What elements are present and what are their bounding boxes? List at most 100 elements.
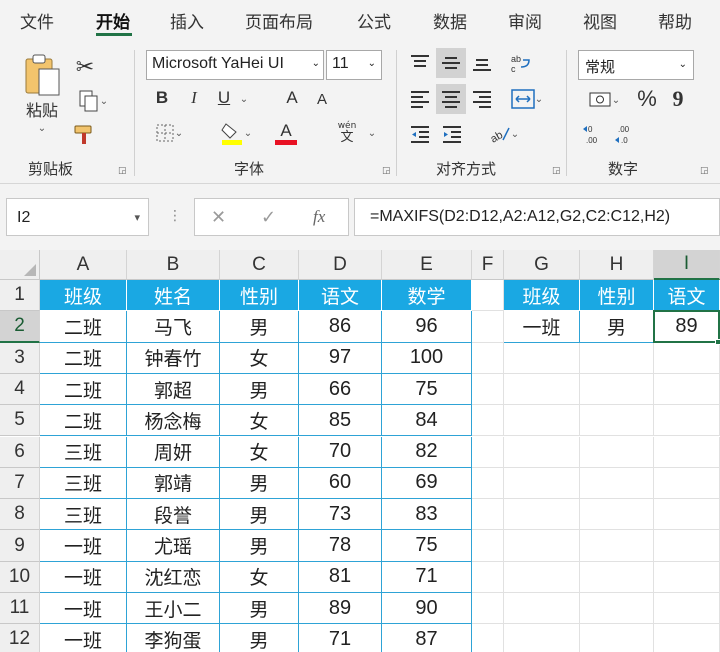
cell-e7[interactable]: 69 bbox=[382, 467, 472, 500]
column-header-i[interactable]: I bbox=[654, 250, 720, 280]
cell-f5[interactable] bbox=[472, 405, 504, 437]
cell-b1[interactable]: 姓名 bbox=[127, 280, 220, 312]
row-header-12[interactable]: 12 bbox=[0, 624, 40, 652]
cell-i9[interactable] bbox=[654, 530, 720, 562]
cell-d4[interactable]: 66 bbox=[299, 373, 382, 406]
cell-d6[interactable]: 70 bbox=[299, 436, 382, 468]
tab-insert[interactable]: 插入 bbox=[170, 8, 204, 33]
clipboard-launcher-icon[interactable]: ◲ bbox=[118, 166, 128, 176]
cell-c8[interactable]: 男 bbox=[220, 499, 299, 531]
cancel-icon[interactable]: ✕ bbox=[211, 207, 226, 228]
italic-button[interactable]: I bbox=[182, 86, 206, 110]
cell-b8[interactable]: 段誉 bbox=[127, 499, 220, 531]
cell-e4[interactable]: 75 bbox=[382, 373, 472, 406]
column-header-a[interactable]: A bbox=[40, 250, 127, 280]
row-header-4[interactable]: 4 bbox=[0, 373, 40, 406]
font-size-select[interactable]: 11 ⌄ bbox=[326, 50, 382, 80]
cell-e3[interactable]: 100 bbox=[382, 342, 472, 374]
font-name-select[interactable]: Microsoft YaHei UI ⌄ bbox=[146, 50, 324, 80]
paste-label[interactable]: 粘贴 bbox=[20, 98, 64, 120]
cell-h2[interactable]: 男 bbox=[580, 311, 654, 343]
cell-f11[interactable] bbox=[472, 593, 504, 625]
cell-a9[interactable]: 一班 bbox=[40, 530, 127, 562]
cell-i3[interactable] bbox=[654, 342, 720, 374]
cell-g12[interactable] bbox=[504, 624, 580, 652]
orientation-icon[interactable]: ab ⌄ bbox=[480, 120, 528, 148]
cell-c1[interactable]: 性别 bbox=[220, 280, 299, 312]
tab-home[interactable]: 开始 bbox=[96, 8, 130, 33]
row-header-5[interactable]: 5 bbox=[0, 405, 40, 437]
cell-e2[interactable]: 96 bbox=[382, 311, 472, 343]
font-launcher-icon[interactable]: ◲ bbox=[382, 166, 392, 176]
column-header-b[interactable]: B bbox=[127, 250, 220, 280]
cell-h11[interactable] bbox=[580, 593, 654, 625]
cell-g8[interactable] bbox=[504, 499, 580, 531]
cell-g7[interactable] bbox=[504, 467, 580, 500]
cell-g1[interactable]: 班级 bbox=[504, 280, 580, 312]
row-header-11[interactable]: 11 bbox=[0, 593, 40, 625]
cell-e12[interactable]: 87 bbox=[382, 624, 472, 652]
cell-i1[interactable]: 语文 bbox=[654, 280, 720, 312]
cell-h4[interactable] bbox=[580, 373, 654, 406]
cell-i6[interactable] bbox=[654, 436, 720, 468]
cell-f10[interactable] bbox=[472, 561, 504, 593]
cell-g11[interactable] bbox=[504, 593, 580, 625]
cell-f12[interactable] bbox=[472, 624, 504, 652]
cell-d9[interactable]: 78 bbox=[299, 530, 382, 562]
wrap-text-icon[interactable]: ab c bbox=[506, 48, 534, 78]
cell-i11[interactable] bbox=[654, 593, 720, 625]
cell-g4[interactable] bbox=[504, 373, 580, 406]
cell-d5[interactable]: 85 bbox=[299, 405, 382, 437]
phonetic-guide-button[interactable]: wén 文 bbox=[330, 118, 364, 148]
cell-e8[interactable]: 83 bbox=[382, 499, 472, 531]
row-header-9[interactable]: 9 bbox=[0, 530, 40, 562]
paste-dropdown-chevron-icon[interactable]: ⌄ bbox=[36, 122, 48, 134]
cell-g5[interactable] bbox=[504, 405, 580, 437]
cell-d11[interactable]: 89 bbox=[299, 593, 382, 625]
cell-h1[interactable]: 性别 bbox=[580, 280, 654, 312]
align-right-icon[interactable] bbox=[468, 84, 496, 114]
paste-icon[interactable] bbox=[20, 52, 66, 100]
font-color-button[interactable]: A bbox=[266, 118, 306, 148]
cell-h6[interactable] bbox=[580, 436, 654, 468]
cell-c2[interactable]: 男 bbox=[220, 311, 299, 343]
cell-b10[interactable]: 沈红恋 bbox=[127, 561, 220, 593]
cell-a4[interactable]: 二班 bbox=[40, 373, 127, 406]
merge-center-icon[interactable]: ⌄ bbox=[504, 84, 550, 114]
cell-a8[interactable]: 三班 bbox=[40, 499, 127, 531]
column-header-e[interactable]: E bbox=[382, 250, 472, 280]
row-header-8[interactable]: 8 bbox=[0, 499, 40, 531]
cell-c6[interactable]: 女 bbox=[220, 436, 299, 468]
cell-c9[interactable]: 男 bbox=[220, 530, 299, 562]
cell-b12[interactable]: 李狗蛋 bbox=[127, 624, 220, 652]
fill-handle[interactable] bbox=[715, 338, 720, 345]
row-header-7[interactable]: 7 bbox=[0, 467, 40, 500]
cell-c12[interactable]: 男 bbox=[220, 624, 299, 652]
cell-e10[interactable]: 71 bbox=[382, 561, 472, 593]
cell-g10[interactable] bbox=[504, 561, 580, 593]
number-launcher-icon[interactable]: ◲ bbox=[700, 166, 710, 176]
format-painter-icon[interactable] bbox=[72, 122, 98, 148]
cell-d12[interactable]: 71 bbox=[299, 624, 382, 652]
middle-align-icon[interactable] bbox=[436, 48, 466, 78]
cell-i5[interactable] bbox=[654, 405, 720, 437]
fill-color-button[interactable]: ⌄ bbox=[212, 118, 260, 148]
borders-button[interactable]: ⌄ bbox=[148, 120, 190, 146]
alignment-launcher-icon[interactable]: ◲ bbox=[552, 166, 562, 176]
cell-f1[interactable] bbox=[472, 280, 504, 312]
cell-f7[interactable] bbox=[472, 467, 504, 500]
cell-a3[interactable]: 二班 bbox=[40, 342, 127, 374]
align-center-icon[interactable] bbox=[436, 84, 466, 114]
cell-i7[interactable] bbox=[654, 467, 720, 500]
underline-button[interactable]: U bbox=[212, 86, 236, 110]
cell-f4[interactable] bbox=[472, 373, 504, 406]
cell-b4[interactable]: 郭超 bbox=[127, 373, 220, 406]
cell-c4[interactable]: 男 bbox=[220, 373, 299, 406]
row-header-2[interactable]: 2 bbox=[0, 311, 40, 343]
cell-e6[interactable]: 82 bbox=[382, 436, 472, 468]
name-box[interactable]: I2 ▾ bbox=[6, 198, 149, 236]
cell-h12[interactable] bbox=[580, 624, 654, 652]
cell-a12[interactable]: 一班 bbox=[40, 624, 127, 652]
cell-a6[interactable]: 三班 bbox=[40, 436, 127, 468]
cell-d1[interactable]: 语文 bbox=[299, 280, 382, 312]
